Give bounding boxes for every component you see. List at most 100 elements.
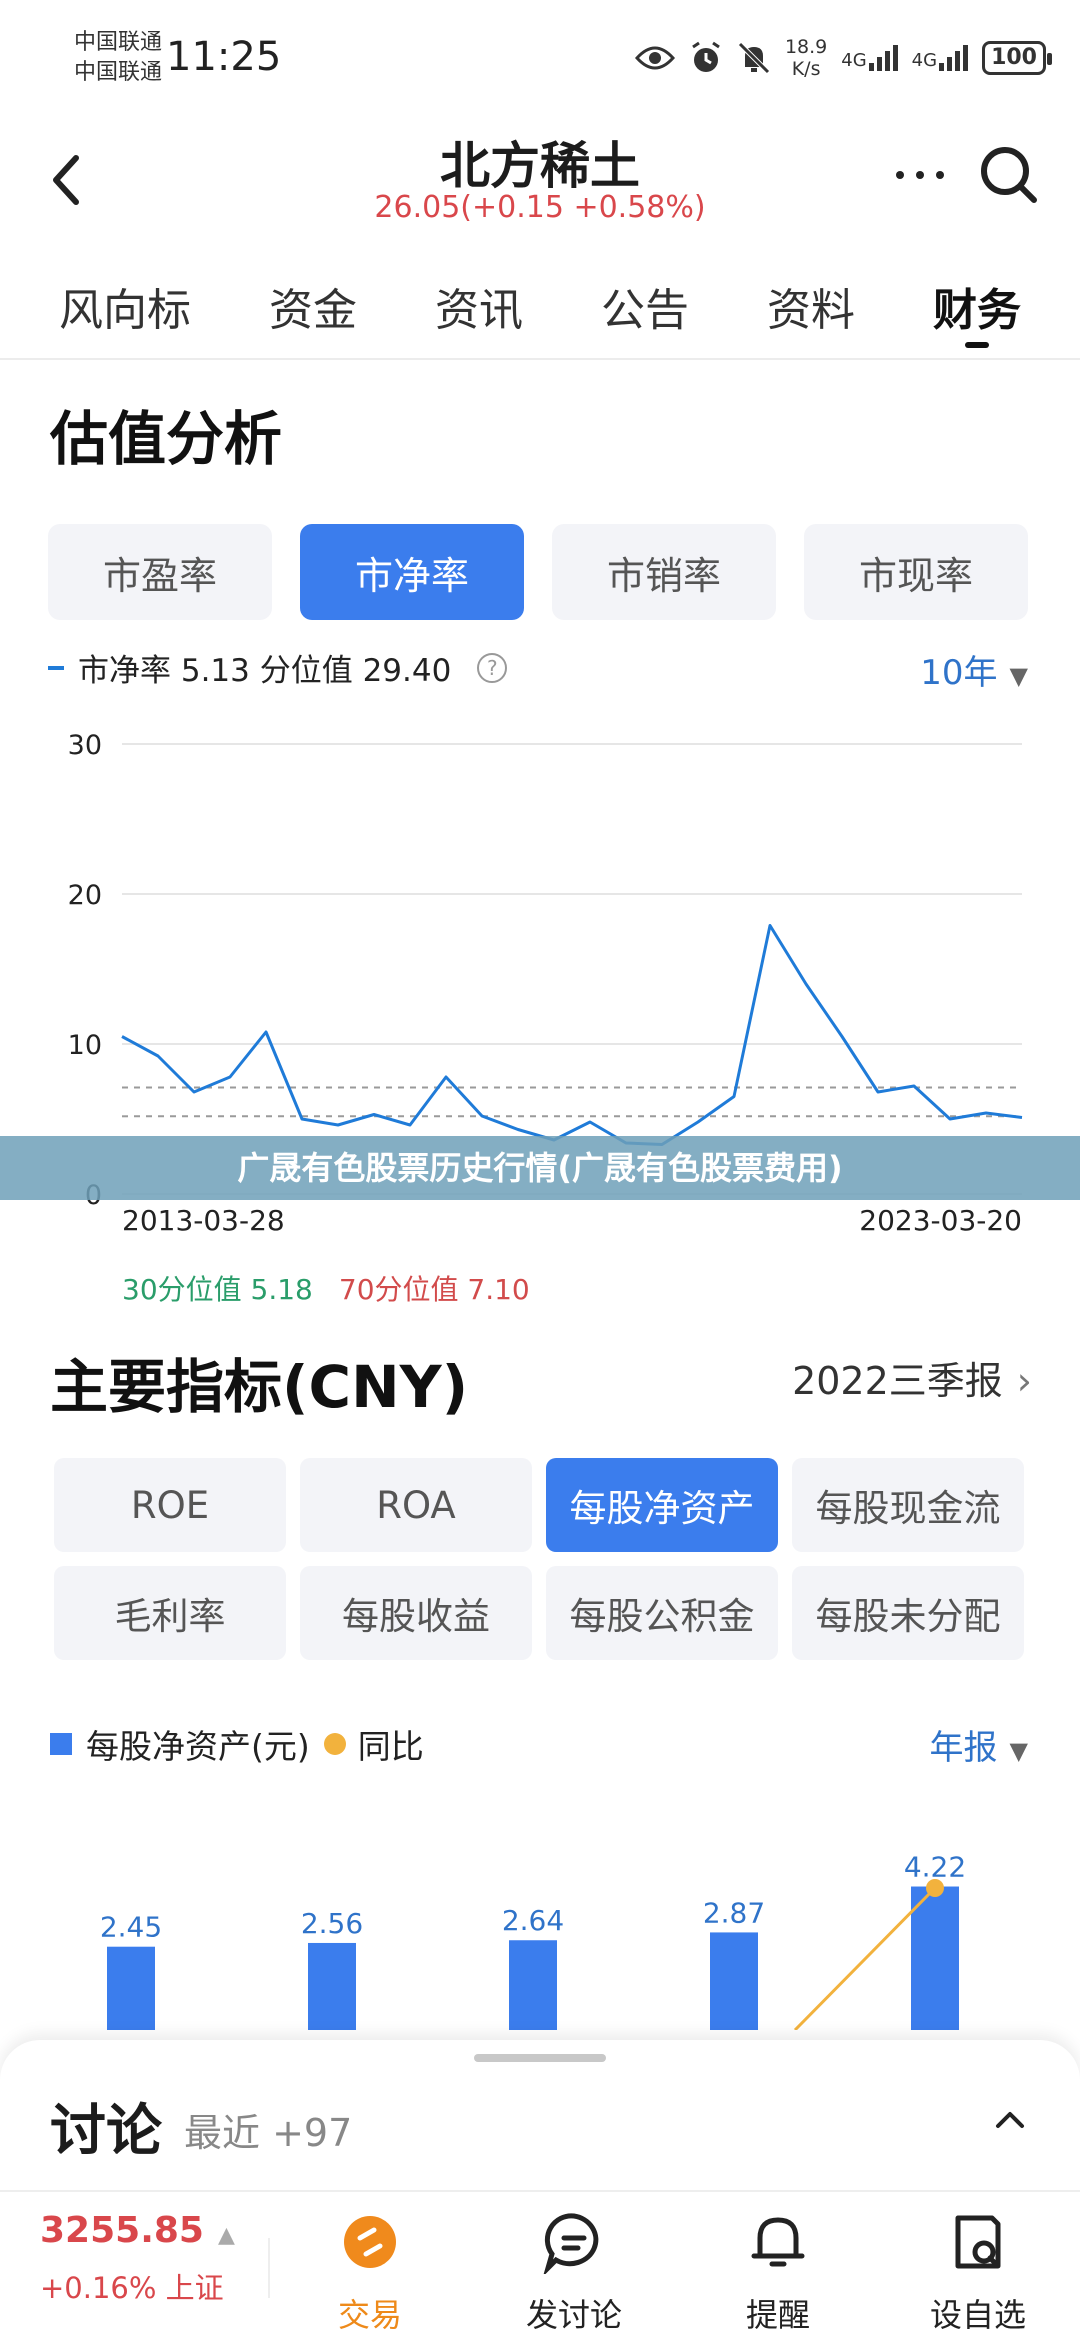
indicators-title: 主要指标(CNY) bbox=[50, 1353, 469, 1421]
yoy-point bbox=[926, 1879, 944, 1897]
tab-fengxiangbiao[interactable]: 风向标 bbox=[59, 260, 191, 358]
indicator-eps[interactable]: 每股收益 bbox=[300, 1566, 532, 1660]
discussion-title: 讨论 bbox=[50, 2099, 162, 2164]
legend-bar-label: 每股净资产(元) bbox=[86, 1727, 310, 1766]
nav-trade-label: 交易 bbox=[337, 2296, 402, 2334]
indicator-capital-reserve[interactable]: 每股公积金 bbox=[546, 1566, 778, 1660]
legend-line-swatch bbox=[48, 665, 64, 670]
bar-data-label: 2.87 bbox=[703, 1896, 765, 1929]
mute-bell-icon bbox=[738, 42, 770, 74]
index-change: +0.16% 上证 bbox=[40, 2271, 224, 2305]
indicator-bvps[interactable]: 每股净资产 bbox=[546, 1458, 778, 1552]
pill-pcf[interactable]: 市现率 bbox=[804, 524, 1028, 620]
bell-icon bbox=[751, 2217, 805, 2267]
valuation-title: 估值分析 bbox=[50, 405, 283, 473]
tab-financials[interactable]: 财务 bbox=[933, 260, 1021, 358]
carrier-labels: 中国联通 中国联通 bbox=[74, 28, 162, 88]
period-selector[interactable]: 2022三季报 › bbox=[792, 1350, 1032, 1405]
nav-post-label: 发讨论 bbox=[525, 2296, 622, 2334]
bar bbox=[911, 1886, 959, 2030]
tab-funds[interactable]: 资金 bbox=[269, 260, 357, 358]
battery-indicator: 100 bbox=[982, 41, 1052, 75]
nav-alert[interactable]: 提醒 bbox=[688, 2210, 868, 2336]
pb-legend-text: 市净率 5.13 分位值 29.40 bbox=[78, 653, 452, 689]
bar bbox=[107, 1946, 155, 2030]
eye-icon bbox=[634, 46, 675, 70]
bar-data-label: 2.45 bbox=[100, 1911, 162, 1944]
indicator-cfps[interactable]: 每股现金流 bbox=[792, 1458, 1024, 1552]
bottom-nav: 3255.85 ▲ +0.16% 上证 交易 发讨论 提醒 设自选 bbox=[0, 2190, 1080, 2340]
discussion-subtitle: 最近 +97 bbox=[184, 2111, 353, 2155]
stock-price: 26.05(+0.15 +0.58%) bbox=[374, 190, 706, 225]
bvps-legend: 每股净资产(元) 同比 bbox=[50, 1720, 424, 1768]
x-tick-label: 2013-03-28 bbox=[122, 1204, 285, 1237]
signal-bars-icon bbox=[868, 45, 898, 71]
signal-1-label: 4G bbox=[841, 50, 867, 71]
alarm-icon bbox=[692, 41, 720, 72]
status-icons: 18.9 K/s 4G 4G 100 bbox=[634, 36, 1052, 80]
legend-bar-swatch bbox=[50, 1733, 72, 1755]
signal-bars-icon bbox=[939, 45, 969, 71]
chat-bubble-icon bbox=[542, 2213, 599, 2277]
valuation-metric-selector: 市盈率 市净率 市销率 市现率 bbox=[48, 524, 1028, 620]
legend-dot-swatch bbox=[323, 1733, 346, 1755]
discussion-sheet[interactable]: 讨论 最近 +97 bbox=[0, 2040, 1080, 2190]
indicator-undistributed[interactable]: 每股未分配 bbox=[792, 1566, 1024, 1660]
percentile-70: 70分位值 7.10 bbox=[338, 1273, 530, 1306]
series-line-pb bbox=[121, 924, 1023, 1146]
add-watchlist-icon bbox=[955, 2215, 1001, 2269]
net-speed-value: 18.9 bbox=[784, 36, 828, 58]
y-tick-label: 20 bbox=[68, 880, 102, 911]
range-value: 10年 bbox=[920, 653, 998, 693]
tab-news[interactable]: 资讯 bbox=[435, 260, 523, 358]
pill-ps[interactable]: 市销率 bbox=[552, 524, 776, 620]
y-tick-label: 10 bbox=[68, 1030, 102, 1061]
bvps-bar-chart: 2.45 2.56 2.64 2.87 4.22 bbox=[100, 1851, 966, 2030]
stock-header: 北方稀土 26.05(+0.15 +0.58%) bbox=[0, 120, 1080, 250]
carrier-2: 中国联通 bbox=[74, 60, 163, 85]
bar bbox=[710, 1932, 758, 2030]
carrier-1: 中国联通 bbox=[74, 30, 163, 55]
x-tick-label: 2023-03-20 bbox=[859, 1204, 1022, 1237]
stock-tabs: 风向标 资金 资讯 公告 资料 财务 bbox=[0, 260, 1080, 360]
nav-watchlist[interactable]: 设自选 bbox=[888, 2210, 1068, 2336]
tab-profile[interactable]: 资料 bbox=[767, 260, 855, 358]
percentile-30: 30分位值 5.18 bbox=[122, 1273, 313, 1306]
clock: 11:25 bbox=[166, 34, 282, 80]
nav-post[interactable]: 发讨论 bbox=[484, 2210, 664, 2336]
market-index[interactable]: 3255.85 ▲ +0.16% 上证 bbox=[40, 2210, 235, 2307]
chevron-right-icon: › bbox=[1016, 1359, 1032, 1403]
search-icon[interactable] bbox=[974, 140, 1044, 210]
divider bbox=[268, 2238, 270, 2298]
indicator-gross-margin[interactable]: 毛利率 bbox=[54, 1566, 286, 1660]
sheet-grabber[interactable] bbox=[474, 2054, 606, 2062]
percentile-row: 30分位值 5.18 70分位值 7.10 bbox=[122, 1268, 530, 1308]
legend-dot-label: 同比 bbox=[357, 1727, 424, 1766]
pill-pb[interactable]: 市净率 bbox=[300, 524, 524, 620]
tab-announcements[interactable]: 公告 bbox=[601, 260, 689, 358]
bar bbox=[509, 1940, 557, 2030]
overlay-banner: 广晟有色股票历史行情(广晟有色股票费用) bbox=[0, 1136, 1080, 1200]
indicator-roa[interactable]: ROA bbox=[300, 1458, 532, 1552]
report-type-value: 年报 bbox=[929, 1728, 998, 1768]
dropdown-triangle-icon: ▼ bbox=[1009, 662, 1028, 690]
bar-data-label: 2.64 bbox=[502, 1904, 564, 1937]
bar-data-label: 2.56 bbox=[301, 1907, 363, 1940]
chevron-up-icon[interactable] bbox=[990, 2100, 1030, 2140]
nav-watchlist-label: 设自选 bbox=[929, 2296, 1026, 2334]
status-bar: 中国联通 中国联通 11:25 18.9 K/s 4G 4G 100 bbox=[0, 0, 1080, 120]
signal-2: 4G bbox=[911, 45, 969, 71]
indicator-roe[interactable]: ROE bbox=[54, 1458, 286, 1552]
signal-2-label: 4G bbox=[911, 50, 938, 71]
net-speed-unit: K/s bbox=[791, 58, 821, 80]
more-icon[interactable] bbox=[890, 160, 950, 190]
range-dropdown[interactable]: 10年 ▼ bbox=[920, 645, 1028, 694]
pill-pe[interactable]: 市盈率 bbox=[48, 524, 272, 620]
nav-trade[interactable]: 交易 bbox=[280, 2210, 460, 2336]
report-type-dropdown[interactable]: 年报 ▼ bbox=[930, 1720, 1028, 1769]
bar-data-label: 4.22 bbox=[904, 1851, 966, 1884]
y-tick-label: 30 bbox=[68, 730, 102, 761]
index-value: 3255.85 bbox=[40, 2210, 204, 2251]
up-triangle-icon: ▲ bbox=[217, 2223, 235, 2248]
help-icon[interactable]: ? bbox=[477, 652, 508, 683]
